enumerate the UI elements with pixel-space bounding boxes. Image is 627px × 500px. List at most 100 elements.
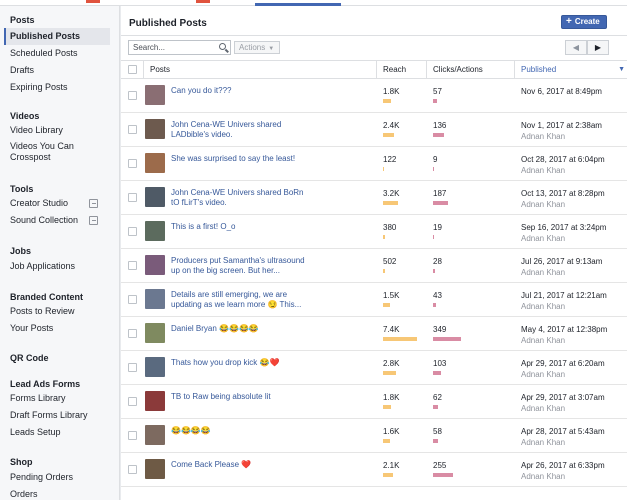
sidebar-item-leads-setup[interactable]: Leads Setup [4,424,110,441]
post-link[interactable]: Daniel Bryan 😂😂😂😂 [171,324,311,334]
clicks-value: 9 [433,155,438,164]
table-header: Posts Reach Clicks/Actions Published ▼ [121,60,627,79]
post-thumbnail[interactable] [145,153,165,173]
sidebar-item-videos-you-can-crosspost[interactable]: Videos You Can Crosspost [4,139,110,165]
row-checkbox[interactable] [128,125,137,134]
table-row[interactable]: This is a first! O_o 380 19 Sep 16, 2017 at… [121,215,627,249]
published-date: Sep 16, 2017 at 3:24pm [521,223,607,232]
clicks-bar [433,473,453,477]
table-row[interactable]: She was surprised to say the least! 122 9 O… [121,147,627,181]
table-row[interactable]: 😂😂😂😂 1.6K 58 Apr 28, 2017 at 5:43am Adnan Kh… [121,419,627,453]
post-thumbnail[interactable] [145,425,165,445]
post-link[interactable]: She was surprised to say the least! [171,154,311,164]
column-posts[interactable]: Posts [143,61,376,78]
sidebar-item-expiring-posts[interactable]: Expiring Posts [4,79,110,96]
table-row[interactable]: Daniel Bryan 😂😂😂😂 7.4K 349 May 4, 2017 at 1… [121,317,627,351]
post-link[interactable]: Thats how you drop kick 😂❤️ [171,358,311,368]
search-input[interactable]: Search... [128,40,231,55]
clicks-bar [433,439,438,443]
row-checkbox[interactable] [128,431,137,440]
next-page-button[interactable]: ▶ [587,40,609,55]
post-link[interactable]: TB to Raw being absolute lit [171,392,311,402]
post-thumbnail[interactable] [145,187,165,207]
post-thumbnail[interactable] [145,323,165,343]
reach-value: 3.2K [383,189,400,198]
row-checkbox[interactable] [128,329,137,338]
table-row[interactable]: Producers put Samantha's ultrasound up o… [121,249,627,283]
sidebar-item-sound-collection[interactable]: Sound Collection [4,212,110,229]
post-link[interactable]: John Cena-WE Univers shared BoRn tO fLir… [171,188,311,208]
post-thumbnail[interactable] [145,85,165,105]
post-author: Adnan Khan [521,336,566,345]
clicks-bar [433,269,435,273]
previous-page-button[interactable]: ◀ [565,40,587,55]
column-clicks[interactable]: Clicks/Actions [426,61,514,78]
column-published[interactable]: Published ▼ [514,61,627,78]
post-link[interactable]: Come Back Please ❤️ [171,460,311,470]
table-row[interactable]: Can you do it??? 1.8K 57 Nov 6, 2017 at 8:4… [121,79,627,113]
reach-bar [383,235,385,239]
row-checkbox[interactable] [128,295,137,304]
post-thumbnail[interactable] [145,357,165,377]
actions-dropdown[interactable]: Actions ▼ [234,41,280,54]
row-checkbox[interactable] [128,261,137,270]
post-thumbnail[interactable] [145,391,165,411]
clicks-bar [433,99,437,103]
row-checkbox[interactable] [128,363,137,372]
create-button[interactable]: + Create [561,15,607,29]
reach-value: 122 [383,155,397,164]
post-thumbnail[interactable] [145,459,165,479]
sidebar-item-orders[interactable]: Orders [4,486,110,500]
reach-value: 380 [383,223,397,232]
divider [121,35,627,36]
sidebar-item-video-library[interactable]: Video Library [4,122,110,139]
sidebar-section-header: Branded Content [10,292,83,302]
post-author: Adnan Khan [521,370,566,379]
table-row[interactable]: John Cena-WE Univers shared LADbible's v… [121,113,627,147]
sidebar-item-posts-to-review[interactable]: Posts to Review [4,303,110,320]
post-link[interactable]: This is a first! O_o [171,222,311,232]
reach-value: 2.1K [383,461,400,470]
select-all-checkbox[interactable] [128,65,137,74]
reach-bar [383,99,391,103]
sort-caret-icon: ▼ [618,66,625,73]
sidebar-item-creator-studio[interactable]: Creator Studio [4,195,110,212]
sidebar-item-published-posts[interactable]: Published Posts [4,28,110,45]
sidebar-item-job-applications[interactable]: Job Applications [4,258,110,275]
row-checkbox[interactable] [128,465,137,474]
sidebar-section-header: Videos [10,111,40,121]
sidebar-section-header: Shop [10,457,33,467]
row-checkbox[interactable] [128,227,137,236]
post-link[interactable]: 😂😂😂😂 [171,426,311,436]
clicks-bar [433,405,438,409]
post-link[interactable]: Can you do it??? [171,86,311,96]
reach-value: 2.8K [383,359,400,368]
table-row[interactable]: Come Back Please ❤️ 2.1K 255 Apr 26, 2017 a… [121,453,627,487]
sidebar-item-scheduled-posts[interactable]: Scheduled Posts [4,45,110,62]
sidebar-item-forms-library[interactable]: Forms Library [4,390,110,407]
sidebar-item-drafts[interactable]: Drafts [4,62,110,79]
reach-value: 1.5K [383,291,400,300]
reach-bar [383,473,393,477]
row-checkbox[interactable] [128,159,137,168]
sidebar-item-draft-forms-library[interactable]: Draft Forms Library [4,407,110,424]
column-reach[interactable]: Reach [376,61,426,78]
sidebar-item-label: Expiring Posts [10,82,68,92]
post-link[interactable]: Producers put Samantha's ultrasound up o… [171,256,311,276]
sidebar-item-pending-orders[interactable]: Pending Orders [4,469,110,486]
table-row[interactable]: Thats how you drop kick 😂❤️ 2.8K 103 Apr 29… [121,351,627,385]
table-row[interactable]: Details are still emerging, we are updat… [121,283,627,317]
post-link[interactable]: Details are still emerging, we are updat… [171,290,311,310]
row-checkbox[interactable] [128,193,137,202]
post-link[interactable]: John Cena-WE Univers shared LADbible's v… [171,120,311,140]
row-checkbox[interactable] [128,91,137,100]
table-row[interactable]: John Cena-WE Univers shared BoRn tO fLir… [121,181,627,215]
post-thumbnail[interactable] [145,119,165,139]
table-row[interactable]: TB to Raw being absolute lit 1.8K 62 Apr 29… [121,385,627,419]
post-thumbnail[interactable] [145,289,165,309]
sidebar-item-your-posts[interactable]: Your Posts [4,320,110,337]
post-thumbnail[interactable] [145,221,165,241]
post-thumbnail[interactable] [145,255,165,275]
row-checkbox[interactable] [128,397,137,406]
sidebar-item-label: Draft Forms Library [10,410,88,420]
